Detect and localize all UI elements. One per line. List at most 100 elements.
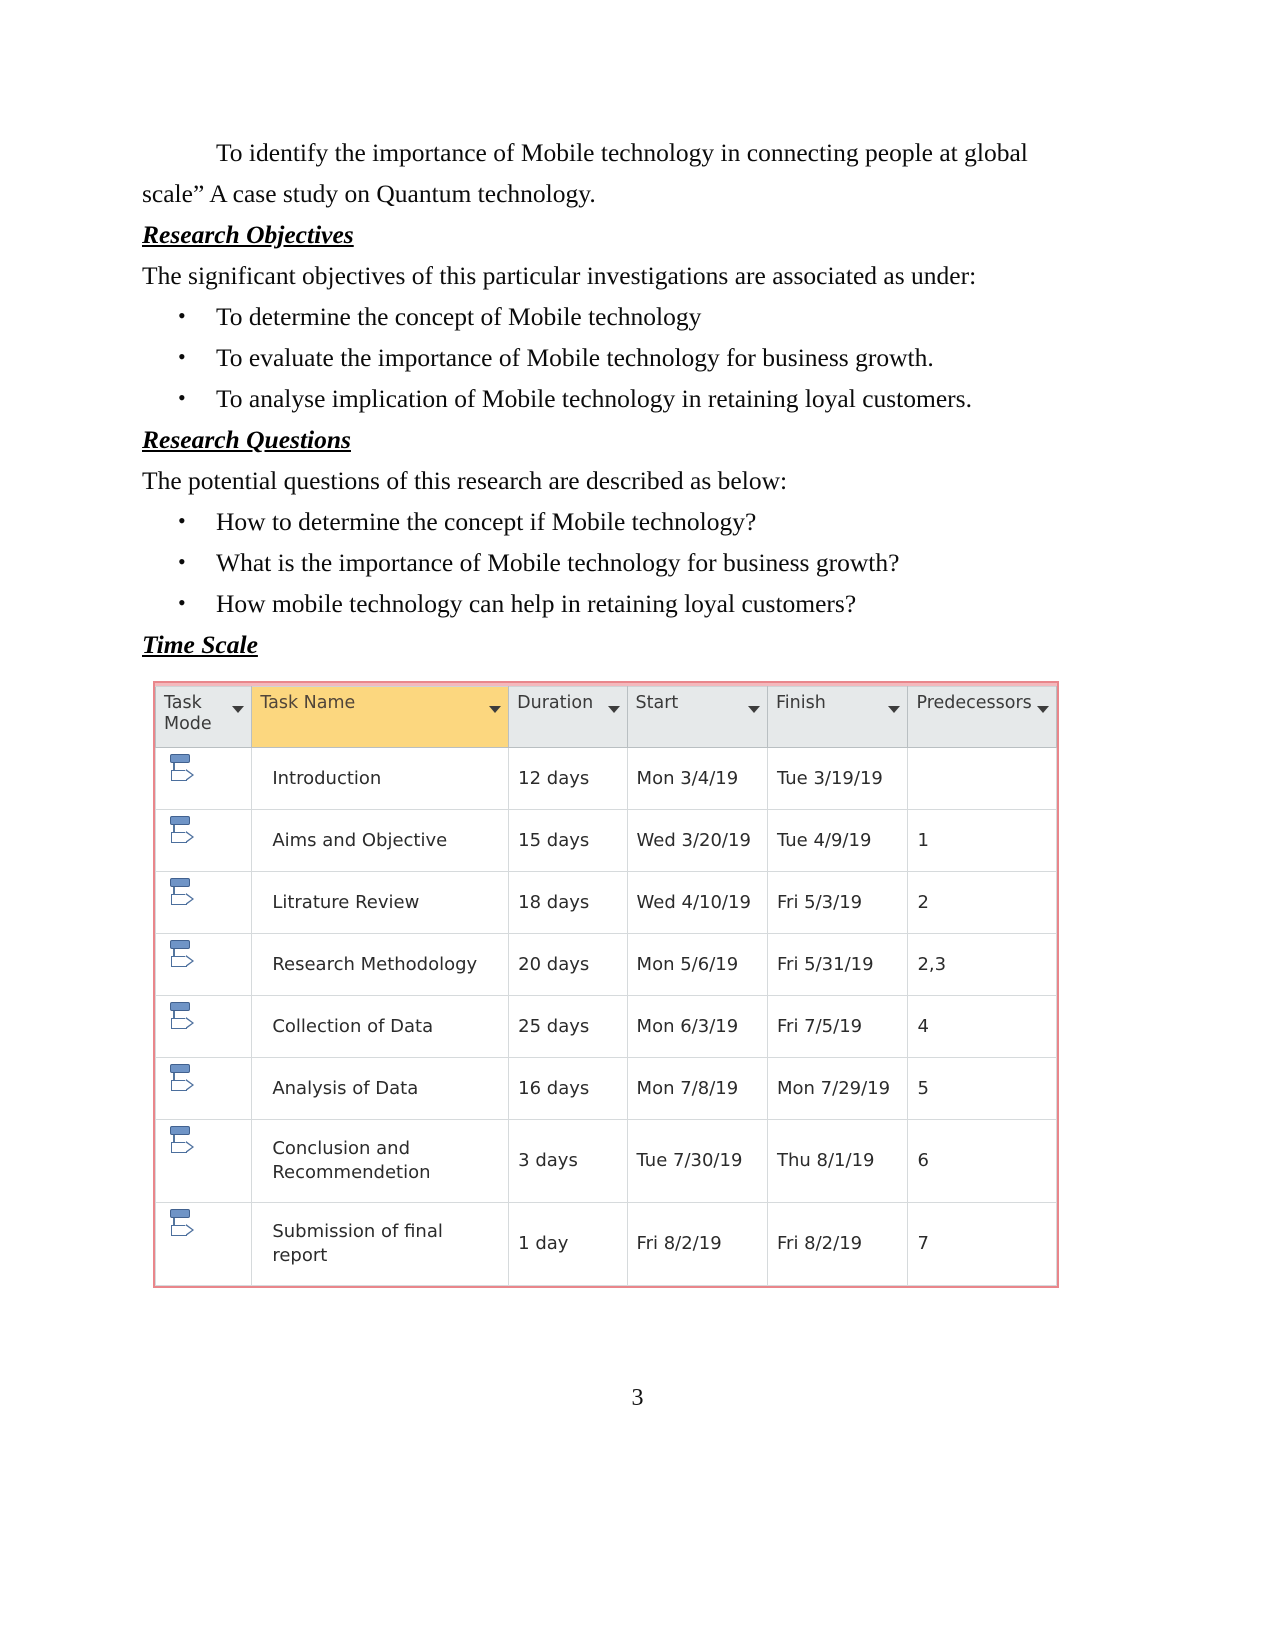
cell-finish[interactable]: Fri 5/31/19 [766, 933, 909, 996]
list-item-label: To evaluate the importance of Mobile tec… [216, 343, 934, 372]
table-row[interactable]: Conclusion and Recommendetion 3 days Tue… [154, 1119, 1057, 1203]
list-item: • How to determine the concept if Mobile… [142, 501, 1077, 542]
cell-duration[interactable]: 20 days [508, 933, 628, 996]
cell-task-mode[interactable] [154, 933, 253, 996]
cell-finish[interactable]: Mon 7/29/19 [766, 1057, 909, 1120]
list-item: • What is the importance of Mobile techn… [142, 542, 1077, 583]
cell-duration[interactable]: 3 days [508, 1119, 628, 1203]
cell-duration[interactable]: 12 days [508, 747, 628, 810]
column-header-task-mode[interactable]: Task Mode [154, 686, 253, 748]
column-header-start-label: Start [635, 693, 679, 713]
column-header-duration[interactable]: Duration [508, 686, 628, 748]
document-page: To identify the importance of Mobile tec… [0, 0, 1275, 1651]
cell-task-name[interactable]: Aims and Objective [251, 809, 510, 872]
column-header-finish[interactable]: Finish [766, 686, 909, 748]
filter-dropdown-icon[interactable] [607, 706, 620, 713]
heading-research-questions-text: Research Questions [142, 425, 351, 454]
cell-task-mode[interactable] [154, 809, 253, 872]
cell-finish[interactable]: Thu 8/1/19 [766, 1119, 909, 1203]
heading-research-objectives: Research Objectives [142, 214, 1077, 255]
cell-duration[interactable]: 25 days [508, 995, 628, 1058]
auto-schedule-icon [168, 816, 198, 850]
filter-dropdown-icon[interactable] [748, 706, 760, 713]
cell-predecessors[interactable]: 2,3 [907, 933, 1057, 996]
cell-start[interactable]: Mon 3/4/19 [626, 747, 769, 810]
filter-dropdown-icon[interactable] [489, 706, 502, 713]
cell-task-mode[interactable] [154, 1202, 253, 1286]
heading-research-questions: Research Questions [142, 419, 1077, 460]
cell-finish[interactable]: Fri 5/3/19 [766, 871, 909, 934]
project-schedule-screenshot: Task Mode Task Name Duration Start Finis… [153, 681, 1059, 1288]
objectives-list: • To determine the concept of Mobile tec… [142, 296, 1077, 419]
column-header-task-name[interactable]: Task Name [251, 686, 510, 748]
filter-dropdown-icon[interactable] [232, 706, 245, 713]
cell-predecessors[interactable]: 6 [907, 1119, 1057, 1203]
cell-duration[interactable]: 16 days [508, 1057, 628, 1120]
questions-lead-text: The potential questions of this research… [142, 466, 788, 495]
cell-task-name[interactable]: Analysis of Data [251, 1057, 510, 1120]
bullet-icon: • [178, 344, 186, 369]
cell-duration[interactable]: 15 days [508, 809, 628, 872]
column-header-start[interactable]: Start [626, 686, 769, 748]
intro-paragraph: To identify the importance of Mobile tec… [142, 138, 1028, 208]
cell-duration[interactable]: 1 day [508, 1202, 628, 1286]
list-item-label: How mobile technology can help in retain… [216, 589, 857, 618]
objectives-lead-text: The significant objectives of this parti… [142, 261, 977, 290]
table-row[interactable]: Research Methodology 20 days Mon 5/6/19 … [154, 933, 1057, 996]
cell-predecessors[interactable]: 1 [907, 809, 1057, 872]
cell-start[interactable]: Mon 6/3/19 [626, 995, 769, 1058]
list-item-label: To determine the concept of Mobile techn… [216, 302, 702, 331]
cell-predecessors[interactable]: 2 [907, 871, 1057, 934]
auto-schedule-icon [168, 1064, 198, 1098]
bullet-icon: • [178, 508, 186, 533]
table-header-row: Task Mode Task Name Duration Start Finis… [154, 686, 1057, 748]
document-body: To identify the importance of Mobile tec… [142, 132, 1077, 665]
cell-predecessors[interactable]: 7 [907, 1202, 1057, 1286]
list-item-label: What is the importance of Mobile technol… [216, 548, 900, 577]
cell-predecessors[interactable] [907, 747, 1057, 810]
cell-duration[interactable]: 18 days [508, 871, 628, 934]
cell-start[interactable]: Fri 8/2/19 [626, 1202, 769, 1286]
bullet-icon: • [178, 303, 186, 328]
cell-task-name[interactable]: Conclusion and Recommendetion [251, 1119, 510, 1203]
table-row[interactable]: Aims and Objective 15 days Wed 3/20/19 T… [154, 809, 1057, 872]
cell-finish[interactable]: Fri 8/2/19 [766, 1202, 909, 1286]
cell-start[interactable]: Wed 3/20/19 [626, 809, 769, 872]
table-row[interactable]: Litrature Review 18 days Wed 4/10/19 Fri… [154, 871, 1057, 934]
column-header-predecessors[interactable]: Predecessors [907, 686, 1057, 748]
table-row[interactable]: Introduction 12 days Mon 3/4/19 Tue 3/19… [154, 747, 1057, 810]
cell-finish[interactable]: Tue 3/19/19 [766, 747, 909, 810]
table-row[interactable]: Submission of final report 1 day Fri 8/2… [154, 1202, 1057, 1286]
heading-time-scale: Time Scale [142, 624, 1077, 665]
filter-dropdown-icon[interactable] [1037, 706, 1049, 713]
cell-finish[interactable]: Tue 4/9/19 [766, 809, 909, 872]
cell-task-name[interactable]: Research Methodology [251, 933, 510, 996]
cell-task-name[interactable]: Collection of Data [251, 995, 510, 1058]
list-item: • To determine the concept of Mobile tec… [142, 296, 1077, 337]
table-body: Introduction 12 days Mon 3/4/19 Tue 3/19… [154, 747, 1057, 1286]
cell-task-mode[interactable] [154, 1119, 253, 1203]
cell-task-name[interactable]: Litrature Review [251, 871, 510, 934]
bullet-icon: • [178, 385, 186, 410]
cell-start[interactable]: Tue 7/30/19 [626, 1119, 769, 1203]
auto-schedule-icon [168, 1002, 198, 1036]
cell-start[interactable]: Mon 7/8/19 [626, 1057, 769, 1120]
list-item-label: How to determine the concept if Mobile t… [216, 507, 757, 536]
cell-task-mode[interactable] [154, 747, 253, 810]
cell-task-mode[interactable] [154, 995, 253, 1058]
cell-start[interactable]: Mon 5/6/19 [626, 933, 769, 996]
cell-predecessors[interactable]: 4 [907, 995, 1057, 1058]
cell-predecessors[interactable]: 5 [907, 1057, 1057, 1120]
auto-schedule-icon [168, 1209, 198, 1243]
cell-task-name[interactable]: Introduction [251, 747, 510, 810]
cell-task-name[interactable]: Submission of final report [251, 1202, 510, 1286]
heading-time-scale-text: Time Scale [142, 630, 258, 659]
filter-dropdown-icon[interactable] [888, 706, 901, 713]
cell-finish[interactable]: Fri 7/5/19 [766, 995, 909, 1058]
cell-task-mode[interactable] [154, 871, 253, 934]
table-row[interactable]: Analysis of Data 16 days Mon 7/8/19 Mon … [154, 1057, 1057, 1120]
cell-start[interactable]: Wed 4/10/19 [626, 871, 769, 934]
cell-task-mode[interactable] [154, 1057, 253, 1120]
table-row[interactable]: Collection of Data 25 days Mon 6/3/19 Fr… [154, 995, 1057, 1058]
list-item: • To analyse implication of Mobile techn… [142, 378, 1077, 419]
